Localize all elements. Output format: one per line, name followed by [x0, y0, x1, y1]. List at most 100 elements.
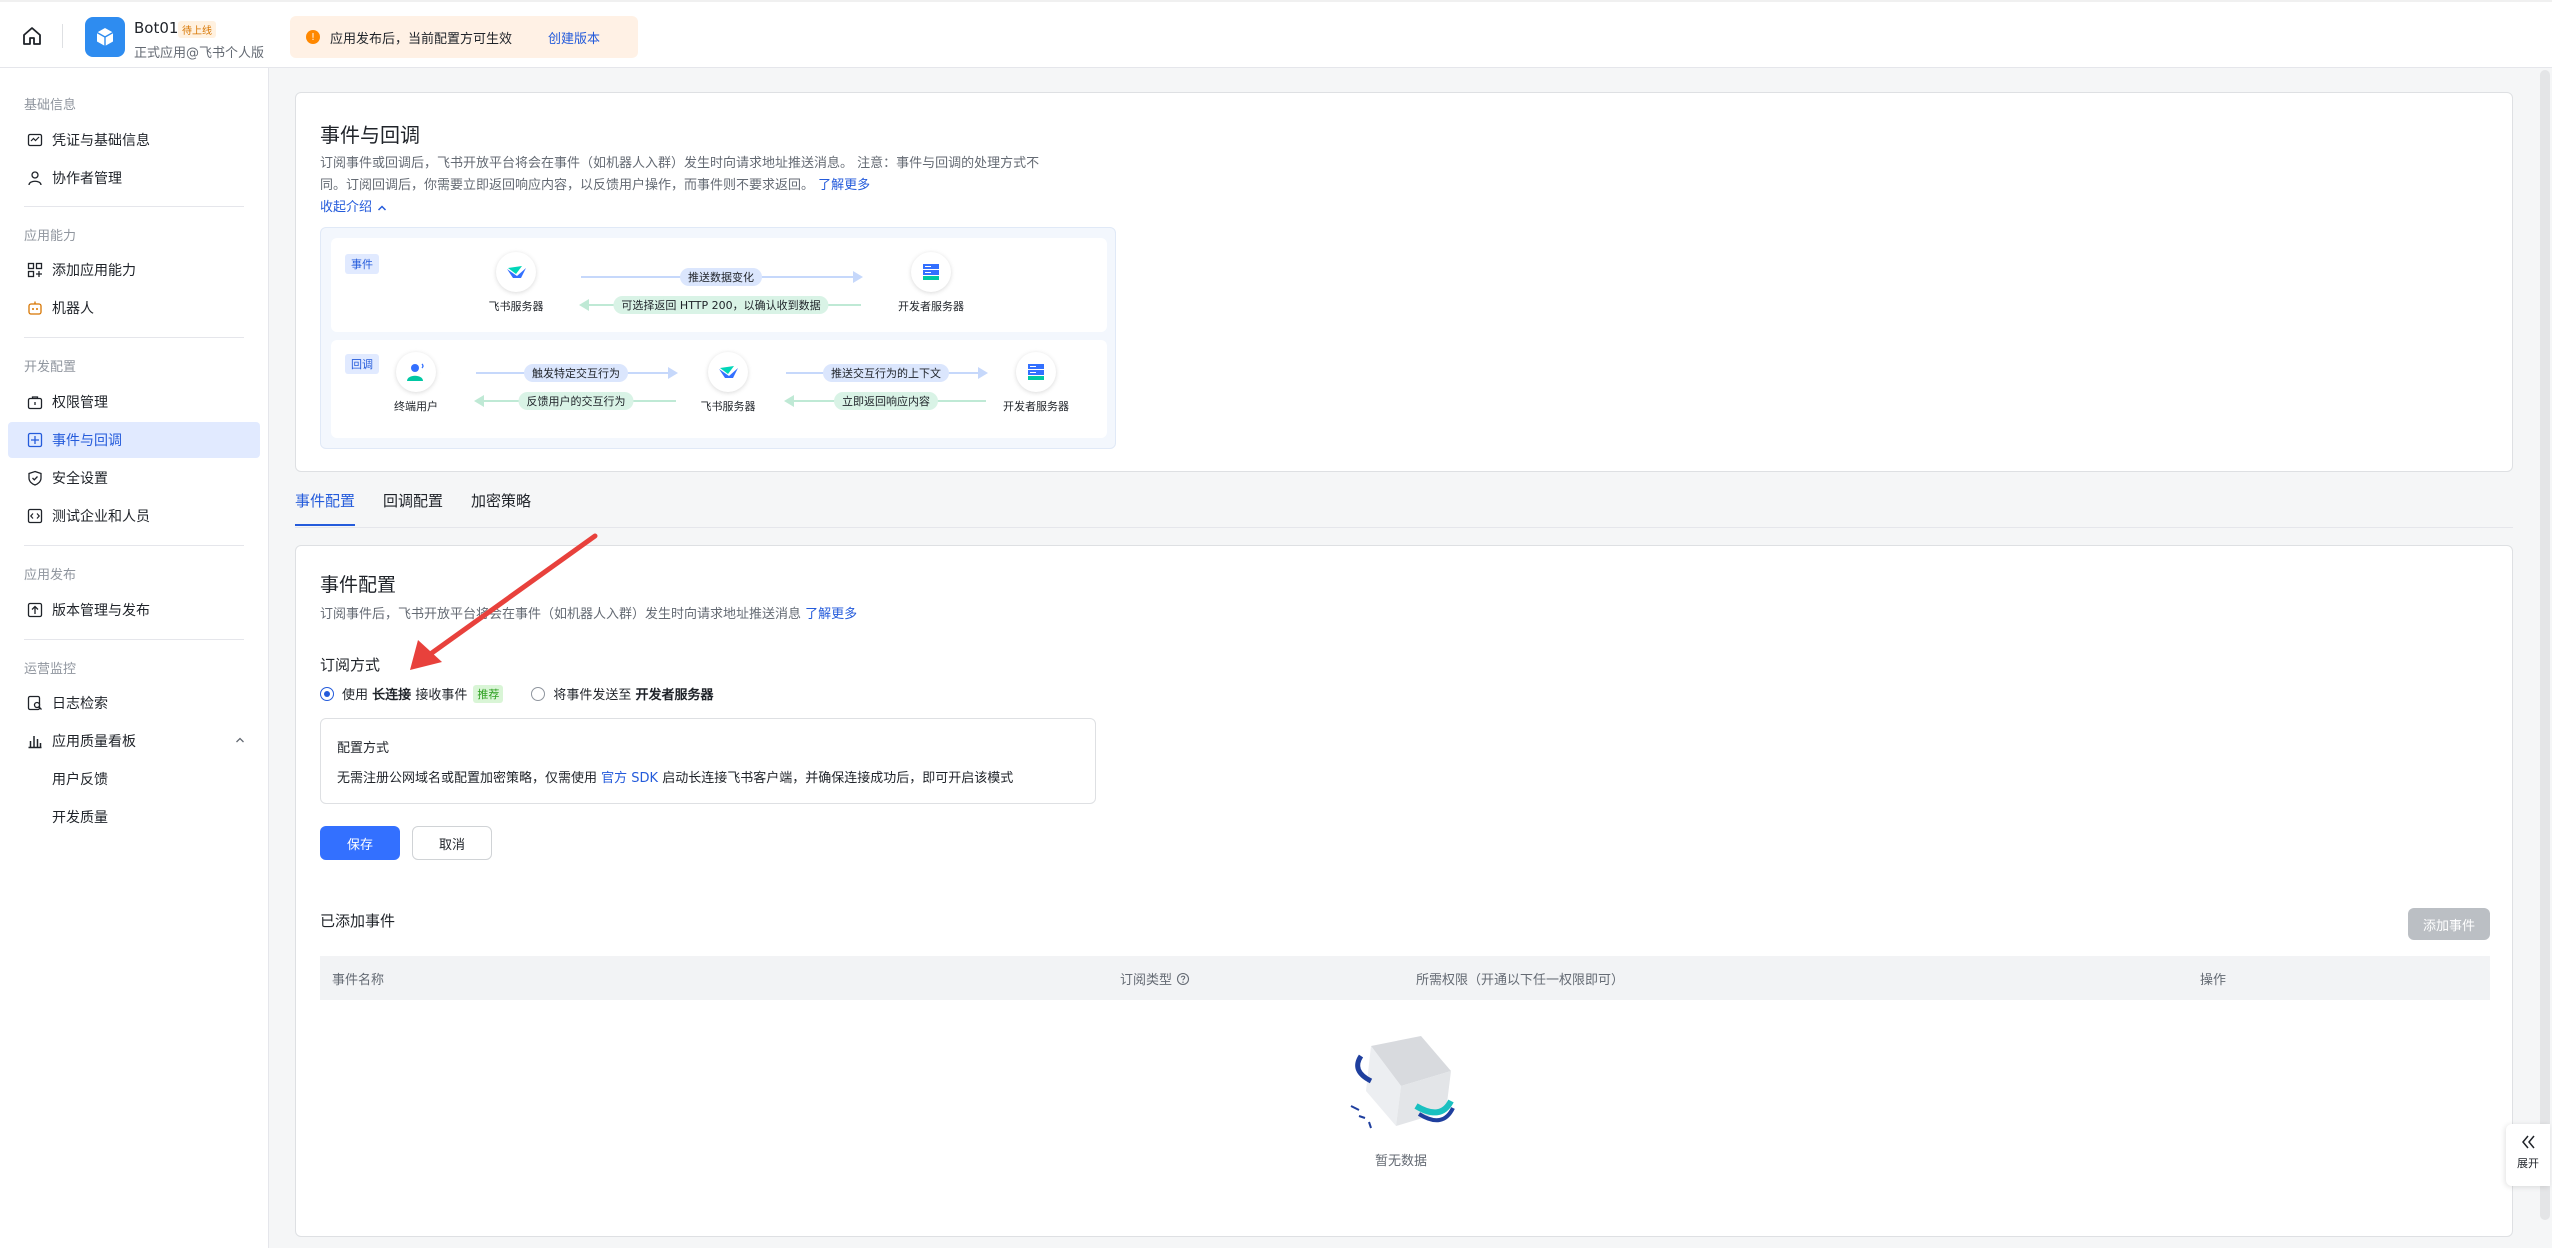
expand-panel-button[interactable]: 展开: [2506, 1124, 2550, 1186]
intro-description: 订阅事件或回调后，飞书开放平台将会在事件（如机器人入群）发生时向请求地址推送消息…: [320, 153, 1120, 197]
col-required-permissions: 所需权限（开通以下任一权限即可）: [1416, 973, 1625, 988]
col-label: 订阅类型: [1120, 973, 1173, 988]
page-scrollbar[interactable]: [2540, 70, 2550, 1220]
sidebar-section-title: 开发配置: [24, 360, 77, 375]
sidebar-item-collaborators[interactable]: 协作者管理: [8, 160, 260, 196]
sidebar-item-label: 事件与回调: [52, 433, 122, 449]
official-sdk-link[interactable]: 官方 SDK: [601, 771, 658, 786]
sidebar-item-events-callbacks[interactable]: 事件与回调: [8, 422, 260, 458]
arrow-label: 推送数据变化: [680, 268, 762, 286]
node-label: 飞书服务器: [700, 400, 756, 413]
tab-event-config[interactable]: 事件配置: [295, 490, 356, 526]
sidebar-item-version-publish[interactable]: 版本管理与发布: [8, 592, 260, 628]
sidebar-item-log-search[interactable]: 日志检索: [8, 685, 260, 721]
user-icon: [26, 169, 44, 187]
app-name: Bot01: [134, 19, 179, 37]
section-title: 事件配置: [320, 574, 397, 596]
sidebar-item-bot[interactable]: 机器人: [8, 290, 260, 326]
collapse-intro-toggle[interactable]: 收起介绍: [320, 197, 388, 219]
radio-dev-server[interactable]: [531, 686, 546, 701]
empty-box-illustration: [1350, 1036, 1455, 1129]
event-lane: 事件 飞书服务器 推送数据变化 可选择返回 HTTP 200，以确认收到数据 开…: [331, 238, 1107, 332]
sidebar-item-label: 权限管理: [52, 395, 108, 411]
upload-icon: [26, 601, 44, 619]
notice-text: 应用发布后，当前配置方可生效: [330, 31, 513, 47]
feishu-logo-icon: [708, 352, 748, 392]
sidebar-section-title: 应用发布: [24, 568, 77, 583]
code-icon: [26, 507, 44, 525]
sidebar-item-label: 版本管理与发布: [52, 603, 150, 619]
app-status-badge: 待上线: [178, 21, 216, 38]
push-data-arrow: 推送数据变化: [581, 268, 863, 286]
box-text: 启动长连接飞书客户端，并确保连接成功后，即可开启该模式: [662, 771, 1014, 786]
sidebar-item-user-feedback[interactable]: 用户反馈: [8, 761, 260, 797]
server-icon: [1016, 352, 1056, 392]
recommended-tag: 推荐: [473, 684, 504, 703]
end-user-node: 终端用户: [371, 352, 461, 414]
empty-state: 暂无数据: [1336, 1026, 1466, 1169]
radio-long-connection[interactable]: [320, 686, 334, 701]
chevron-up-icon[interactable]: [234, 734, 246, 750]
intro-desc-line2: 同。订阅回调后，你需要立即返回响应内容，以反馈用户操作，而事件则不要求返回。: [320, 178, 815, 193]
user-avatar-icon: [396, 352, 436, 392]
sidebar-item-label: 安全设置: [52, 471, 108, 487]
sidebar-divider: [24, 639, 244, 640]
feishu-logo-icon: [496, 252, 536, 292]
sidebar-item-label: 开发质量: [52, 810, 108, 826]
tab-encryption[interactable]: 加密策略: [471, 490, 531, 526]
sidebar-item-label: 用户反馈: [52, 772, 108, 788]
sidebar-item-test-enterprise[interactable]: 测试企业和人员: [8, 498, 260, 534]
option-text: 接收事件: [415, 688, 468, 703]
tab-callback-config[interactable]: 回调配置: [383, 490, 443, 526]
event-icon: [26, 431, 44, 449]
cancel-button[interactable]: 取消: [412, 826, 492, 860]
sidebar-item-dev-quality[interactable]: 开发质量: [8, 799, 260, 835]
arrow-label: 推送交互行为的上下文: [823, 364, 949, 382]
bar-chart-icon: [26, 732, 44, 750]
sidebar-item-label: 机器人: [52, 301, 94, 317]
sidebar-divider: [24, 206, 244, 207]
node-label: 开发者服务器: [898, 300, 964, 313]
sidebar-item-permissions[interactable]: 权限管理: [8, 384, 260, 420]
added-events-title: 已添加事件: [320, 912, 396, 930]
dev-server-node: 开发者服务器: [886, 252, 976, 314]
arrow-label: 可选择返回 HTTP 200，以确认收到数据: [613, 296, 829, 314]
subscribe-method-label: 订阅方式: [320, 656, 381, 674]
apps-icon: [26, 261, 44, 279]
credential-icon: [26, 131, 44, 149]
permission-icon: [26, 393, 44, 411]
box-title: 配置方式: [337, 741, 390, 756]
publish-notice: ! 应用发布后，当前配置方可生效 创建版本: [290, 16, 638, 58]
sidebar-section-title: 运营监控: [24, 662, 77, 677]
node-label: 飞书服务器: [488, 300, 544, 313]
home-icon[interactable]: [20, 24, 44, 48]
arrow-label: 立即返回响应内容: [834, 392, 938, 410]
config-tabs: 事件配置 回调配置 加密策略: [295, 490, 531, 526]
help-icon[interactable]: [1176, 972, 1190, 986]
empty-text: 暂无数据: [1374, 1154, 1427, 1169]
header-divider: [62, 24, 63, 48]
trigger-arrow: 触发特定交互行为: [476, 364, 678, 382]
sidebar-item-quality-board[interactable]: 应用质量看板: [8, 723, 260, 759]
sidebar-item-label: 协作者管理: [52, 171, 122, 187]
sidebar: 基础信息 凭证与基础信息 协作者管理 应用能力 添加应用能力 机器人 开发配置 …: [0, 68, 269, 1248]
robot-icon: [26, 299, 44, 317]
sidebar-section-title: 应用能力: [24, 229, 77, 244]
add-event-button[interactable]: 添加事件: [2408, 908, 2490, 940]
sidebar-divider: [24, 545, 244, 546]
learn-more-link[interactable]: 了解更多: [818, 178, 870, 193]
app-logo-icon: [85, 17, 125, 57]
sidebar-item-label: 日志检索: [52, 696, 108, 712]
create-version-link[interactable]: 创建版本: [548, 28, 600, 47]
sidebar-section-title: 基础信息: [24, 98, 77, 113]
sidebar-item-security[interactable]: 安全设置: [8, 460, 260, 496]
ack-arrow: 可选择返回 HTTP 200，以确认收到数据: [579, 296, 861, 314]
sidebar-item-label: 测试企业和人员: [52, 509, 150, 525]
double-chevron-left-icon: [2522, 1135, 2535, 1149]
col-subscribe-type: 订阅类型: [1120, 969, 1190, 988]
sidebar-item-add-capability[interactable]: 添加应用能力: [8, 252, 260, 288]
save-button[interactable]: 保存: [320, 826, 400, 860]
push-context-arrow: 推送交互行为的上下文: [786, 364, 988, 382]
sidebar-item-credentials[interactable]: 凭证与基础信息: [8, 122, 260, 158]
learn-more-link[interactable]: 了解更多: [805, 607, 857, 622]
